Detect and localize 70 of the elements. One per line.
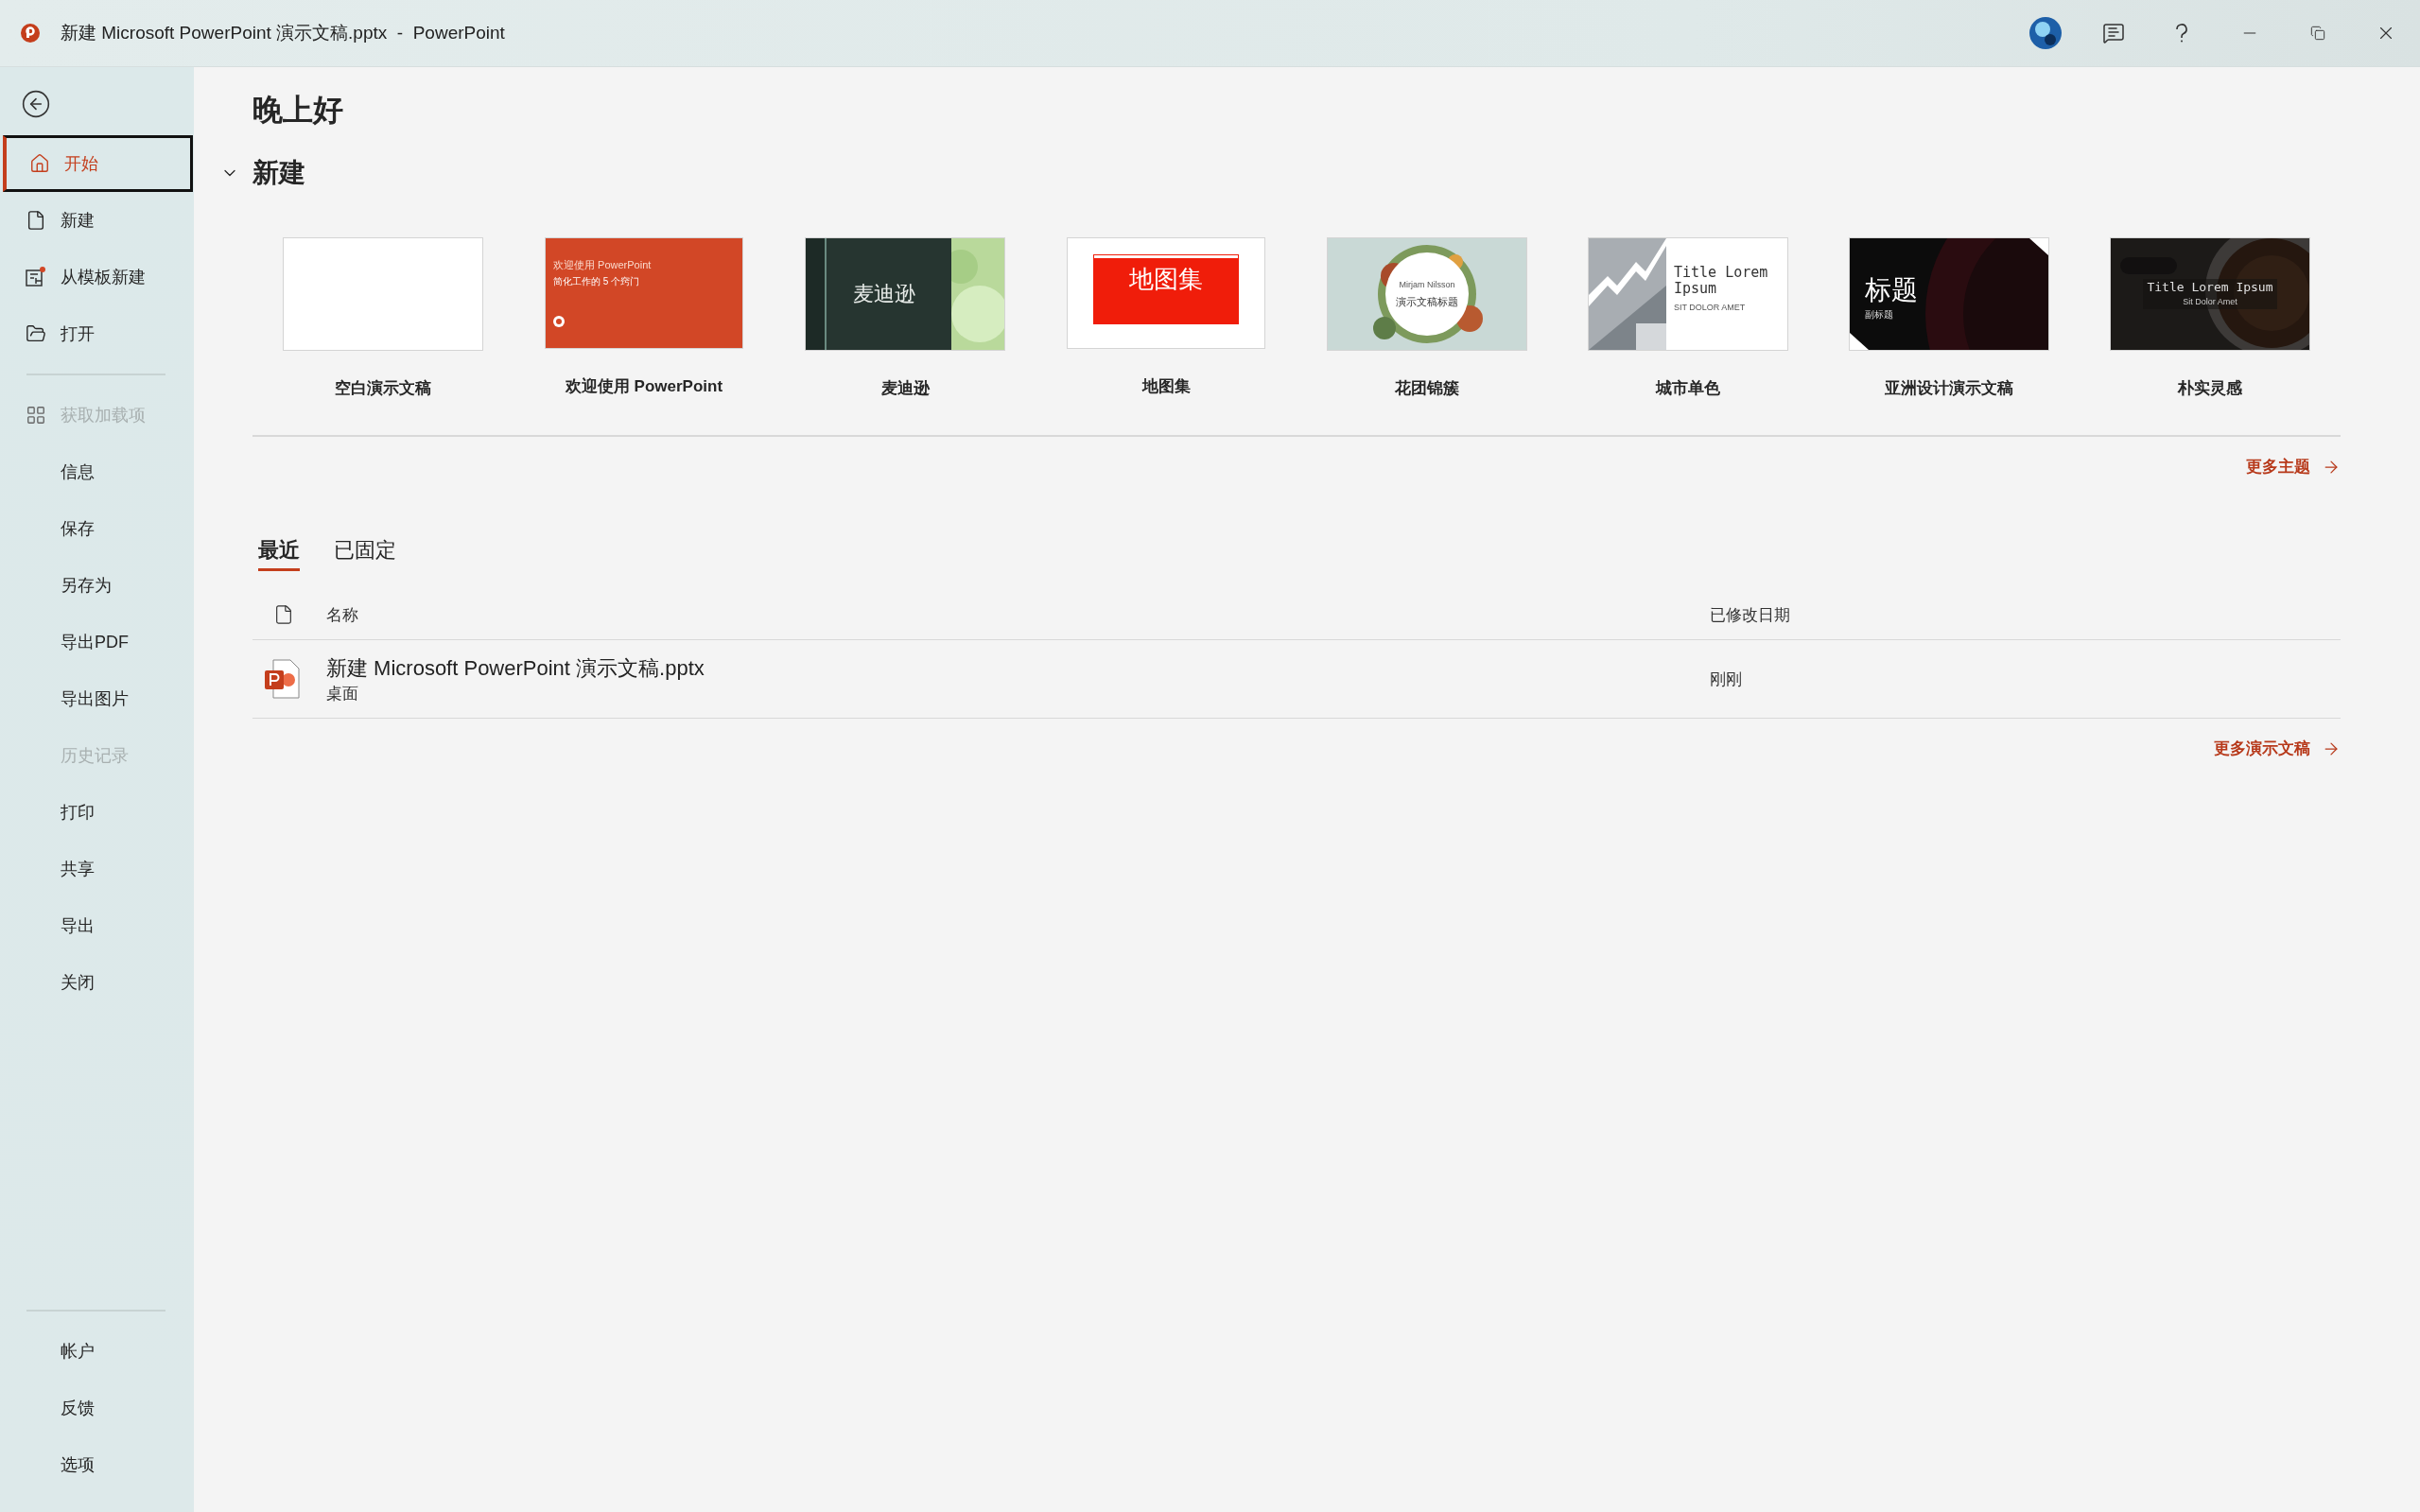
sidebar-item[interactable]: 信息 (0, 443, 194, 500)
app-logo-icon (21, 24, 40, 43)
slide-thumbnail[interactable]: 麦迪逊 (805, 237, 1005, 351)
slide-subtitle: SIT DOLOR AMET (1674, 304, 1747, 313)
sidebar-item[interactable]: 打开 (0, 305, 194, 362)
grid-icon (26, 405, 46, 426)
avatar-icon[interactable] (2029, 17, 2062, 49)
template-label[interactable]: 花团锦簇 (1395, 377, 1459, 399)
help-icon[interactable] (2175, 24, 2188, 43)
template-icon (25, 266, 47, 288)
sidebar-item[interactable]: 保存 (0, 500, 194, 557)
column-header[interactable]: 名称 (326, 603, 1710, 626)
slide-thumbnail[interactable]: Title Lorem Ipsum SIT DOLOR AMET (1588, 237, 1788, 351)
sidebar-item[interactable]: 选项 (0, 1436, 194, 1493)
column-header[interactable]: 已修改日期 (1710, 603, 2341, 626)
modified-date: 刚刚 (1710, 669, 1743, 690)
slide-author: Mirjam Nilsson (1399, 281, 1455, 290)
file-location: 桌面 (326, 683, 359, 704)
sidebar-item[interactable]: 关闭 (0, 954, 194, 1011)
template-label[interactable]: 空白演示文稿 (335, 377, 431, 399)
section-title: 新建 (252, 157, 305, 189)
sidebar-item[interactable]: 导出 (0, 897, 194, 954)
slide-title: 麦迪逊 (853, 282, 915, 306)
sidebar-item[interactable]: 另存为 (0, 557, 194, 614)
file-name[interactable]: 新建 Microsoft PowerPoint 演示文稿.pptx (326, 653, 1710, 683)
home-icon (29, 153, 50, 174)
template-label[interactable]: 麦迪逊 (880, 377, 930, 399)
sidebar-item[interactable]: 导出PDF (0, 614, 194, 670)
sidebar-item[interactable]: 打印 (0, 784, 194, 841)
sidebar-item[interactable]: 共享 (0, 841, 194, 897)
slide-thumbnail[interactable]: Title Lorem Ipsum Sit Dolor Amet (2110, 237, 2310, 351)
feedback-icon[interactable] (2102, 22, 2125, 44)
file-column-icon (273, 604, 294, 625)
logo-icon (553, 316, 565, 327)
slide-title: 标题 (1865, 276, 1918, 305)
slide-subtitle: 副标题 (1865, 308, 1894, 320)
slide-subtitle: Sit Dolor Amet (2183, 298, 2237, 308)
tab[interactable]: 最近 (258, 536, 300, 571)
slide-title: 地图集 (1129, 266, 1203, 295)
template-label[interactable]: 城市单色 (1656, 377, 1720, 399)
document-icon (26, 210, 46, 231)
slide-subtitle: 简化工作的 5 个窍门 (553, 276, 641, 287)
template-label[interactable]: 亚洲设计演示文稿 (1885, 377, 2013, 399)
slide-title: Title Lorem Ipsum (1674, 265, 1769, 296)
sidebar-item[interactable]: 从模板新建 (0, 249, 194, 305)
slide-thumbnail[interactable]: 标题 副标题 (1849, 237, 2049, 351)
slide-thumbnail[interactable]: Mirjam Nilsson 演示文稿标题 (1327, 237, 1527, 351)
greeting-heading: 晚上好 (252, 92, 344, 129)
slide-thumbnail[interactable]: 欢迎使用 PowerPoint 简化工作的 5 个窍门 (545, 237, 743, 349)
more-presentations-link[interactable]: 更多演示文稿 (2214, 738, 2341, 759)
template-label[interactable]: 地图集 (1141, 375, 1191, 397)
slide-thumbnail[interactable] (283, 237, 483, 351)
sidebar-item[interactable]: 帐户 (0, 1323, 194, 1380)
sidebar-item[interactable]: 新建 (0, 192, 194, 249)
sidebar-item[interactable]: 反馈 (0, 1380, 194, 1436)
folder-icon (26, 323, 46, 344)
back-icon[interactable] (21, 89, 51, 119)
slide-title: 演示文稿标题 (1396, 295, 1458, 307)
template-label[interactable]: 欢迎使用 PowerPoint (565, 375, 723, 397)
slide-thumbnail[interactable]: 地图集 (1067, 237, 1265, 349)
pptx-file-icon (264, 659, 300, 699)
slide-title: Title Lorem Ipsum (2147, 280, 2273, 295)
sidebar-item[interactable]: 导出图片 (0, 670, 194, 727)
template-label[interactable]: 朴实灵感 (2178, 377, 2242, 399)
restore-icon[interactable] (2310, 26, 2325, 41)
window-title: 新建 Microsoft PowerPoint 演示文稿.pptx - PowerPoint (61, 22, 506, 44)
tab[interactable]: 已固定 (334, 536, 396, 571)
slide-title: 欢迎使用 PowerPoint (553, 259, 653, 271)
sidebar-item[interactable]: 开始 (3, 135, 193, 192)
more-themes-link[interactable]: 更多主题 (2246, 456, 2341, 478)
